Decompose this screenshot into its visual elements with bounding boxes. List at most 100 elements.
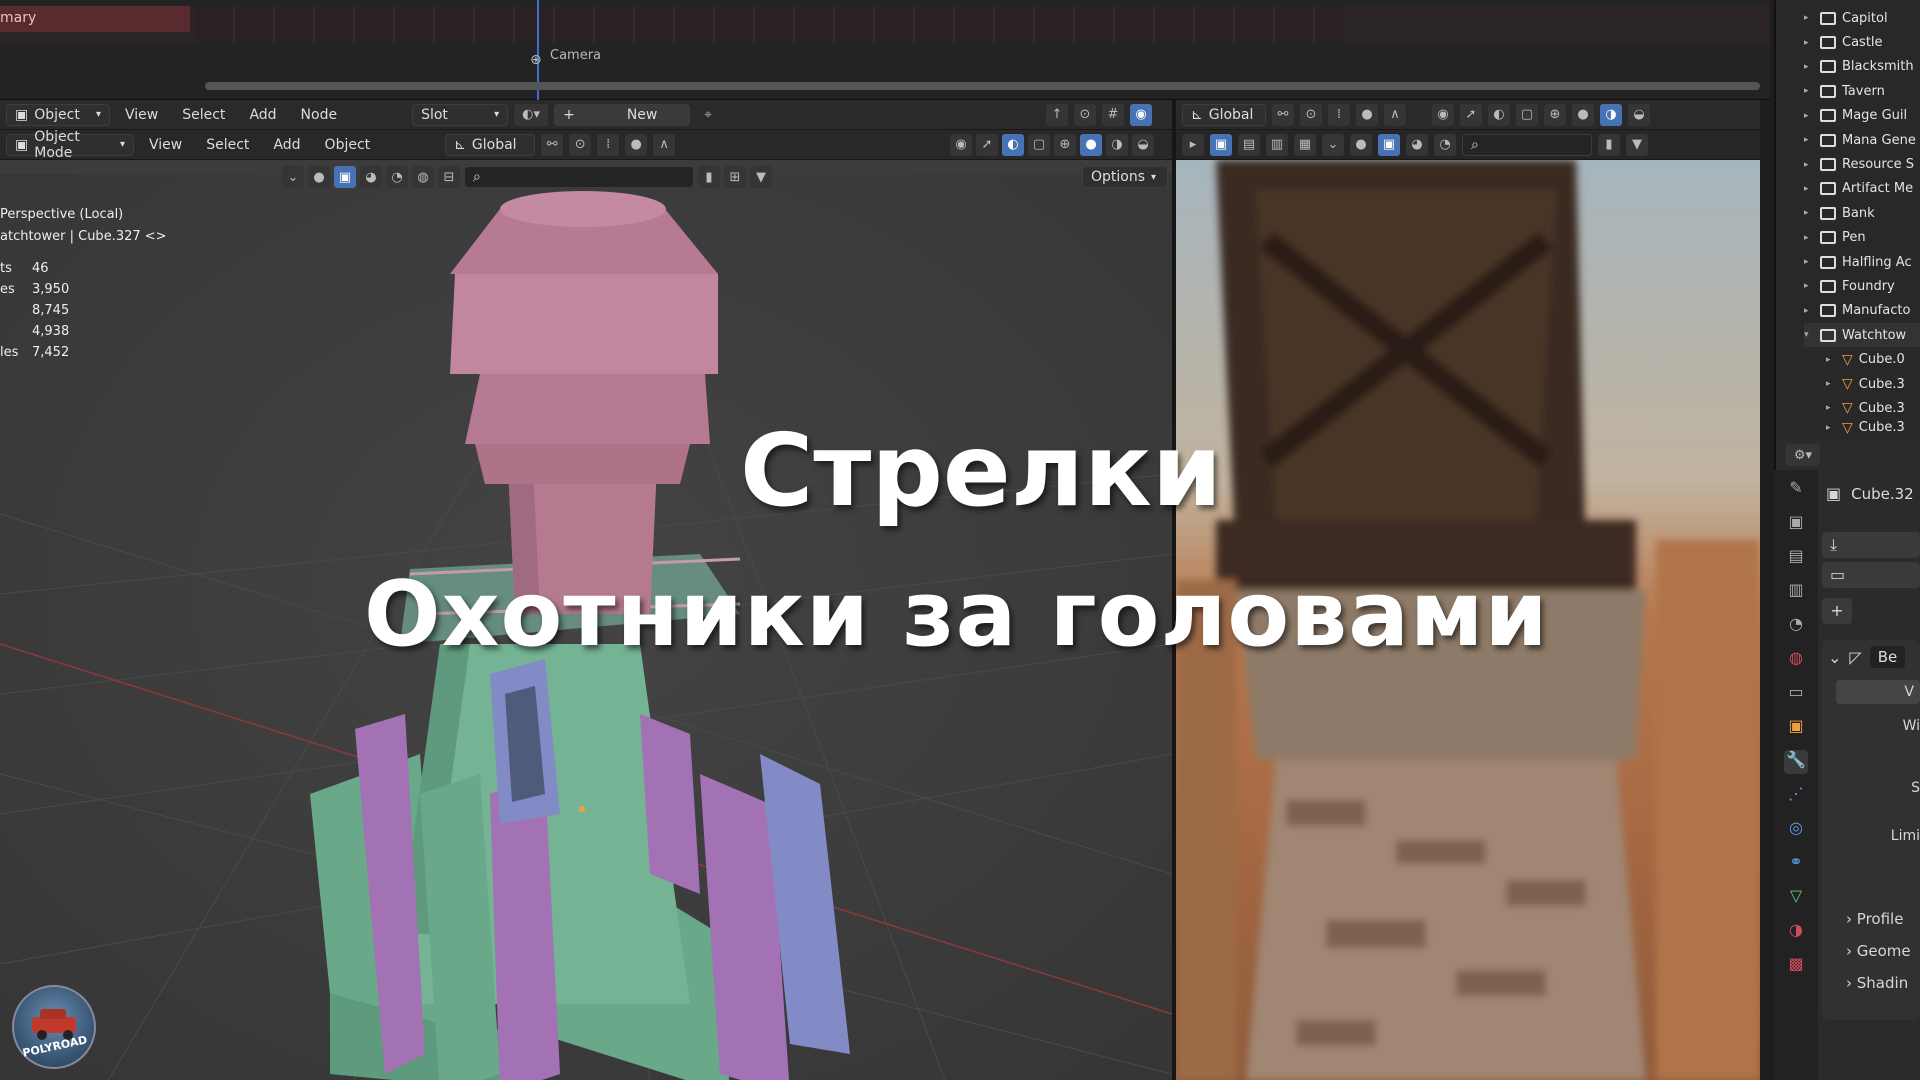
solid-shading-icon[interactable]: ● bbox=[1080, 133, 1102, 156]
gizmo-icon[interactable]: ➚ bbox=[1460, 103, 1482, 126]
expand-arrow-icon[interactable]: ▸ bbox=[1804, 184, 1814, 194]
add-modifier-button[interactable]: + bbox=[1822, 598, 1852, 624]
search-input[interactable]: ⌕ bbox=[1462, 133, 1592, 156]
select-subtract-icon[interactable]: ▥ bbox=[1266, 133, 1288, 156]
chevron-down-icon[interactable]: ⌄ bbox=[1322, 133, 1344, 156]
expand-arrow-icon[interactable]: ▸ bbox=[1826, 355, 1836, 365]
menu-add[interactable]: Add bbox=[240, 107, 285, 123]
menu-object[interactable]: Object bbox=[316, 137, 380, 153]
data-tab-icon[interactable]: ▽ bbox=[1784, 886, 1808, 910]
filter-light-icon[interactable]: ◔ bbox=[1434, 133, 1456, 156]
menu-select[interactable]: Select bbox=[173, 107, 234, 123]
editor-type-dropdown[interactable]: ▣ Object ▾ bbox=[6, 103, 110, 126]
constraints-tab-icon[interactable]: ⚭ bbox=[1784, 852, 1808, 876]
transform-orientation-dropdown[interactable]: ⊾ Global bbox=[1182, 103, 1266, 126]
overlays-icon[interactable]: ◐ bbox=[1488, 103, 1510, 126]
outliner-item[interactable]: ▸ Foundry bbox=[1804, 274, 1920, 298]
slot-dropdown[interactable]: Slot ▾ bbox=[412, 103, 509, 126]
outliner-item[interactable]: ▸ Blacksmith bbox=[1804, 55, 1920, 79]
expand-arrow-icon[interactable]: ▸ bbox=[1826, 403, 1836, 413]
menu-view[interactable]: View bbox=[140, 137, 191, 153]
expand-arrow-icon[interactable]: ▸ bbox=[1804, 306, 1814, 316]
snap-target-icon[interactable]: ⁞ bbox=[597, 133, 620, 156]
filter-mesh-icon[interactable]: ◕ bbox=[1406, 133, 1428, 156]
pivot-icon[interactable]: ⚯ bbox=[541, 133, 564, 156]
overlay-icon[interactable]: ◉ bbox=[1130, 103, 1152, 126]
rendered-shading-icon[interactable]: ◒ bbox=[1628, 103, 1650, 126]
particles-tab-icon[interactable]: ⋰ bbox=[1784, 784, 1808, 808]
snap-icon[interactable]: ⊙ bbox=[569, 133, 592, 156]
menu-view[interactable]: View bbox=[116, 107, 167, 123]
filter-object-icon[interactable]: ▣ bbox=[1378, 133, 1400, 156]
view-button[interactable]: ▭ bbox=[1822, 562, 1920, 588]
material-browse-icon[interactable]: ◐▾ bbox=[514, 103, 549, 126]
timeline-editor[interactable]: mary ⊕ Camera bbox=[0, 0, 1770, 100]
outliner-item[interactable]: ▸ Artifact Me bbox=[1804, 177, 1920, 201]
outliner-item[interactable]: ▸ Castle bbox=[1804, 30, 1920, 54]
visibility-icon[interactable]: ◉ bbox=[1432, 103, 1454, 126]
world-tab-icon[interactable]: ◍ bbox=[1784, 648, 1808, 672]
view-layer-tab-icon[interactable]: ▥ bbox=[1784, 580, 1808, 604]
color-icon[interactable]: ● bbox=[308, 166, 330, 188]
wireframe-shading-icon[interactable]: ⊕ bbox=[1544, 103, 1566, 126]
outliner-item[interactable]: ▸ ▽ Cube.3 bbox=[1804, 396, 1920, 420]
solid-shading-icon[interactable]: ● bbox=[1572, 103, 1594, 126]
modifier-name[interactable]: Be bbox=[1869, 646, 1906, 668]
output-tab-icon[interactable]: ▤ bbox=[1784, 546, 1808, 570]
transform-orientation-dropdown[interactable]: ⊾ Global bbox=[445, 133, 536, 156]
chevron-down-icon[interactable]: ⌄ bbox=[282, 166, 304, 188]
expand-arrow-icon[interactable]: ▸ bbox=[1804, 160, 1814, 170]
object-tab-icon[interactable]: ▣ bbox=[1784, 716, 1808, 740]
select-box-icon[interactable]: ▣ bbox=[1210, 133, 1232, 156]
collection-tab-icon[interactable]: ▭ bbox=[1784, 682, 1808, 706]
select-extend-icon[interactable]: ▤ bbox=[1238, 133, 1260, 156]
snap-target-icon[interactable]: ⁞ bbox=[1328, 103, 1350, 126]
expand-arrow-icon[interactable]: ▸ bbox=[1804, 135, 1814, 145]
gizmo-icon[interactable]: ➚ bbox=[976, 133, 998, 156]
shading-panel[interactable]: › Shadin bbox=[1822, 974, 1920, 992]
falloff-icon[interactable]: ∧ bbox=[653, 133, 676, 156]
xray-icon[interactable]: ▢ bbox=[1028, 133, 1050, 156]
select-intersect-icon[interactable]: ▦ bbox=[1294, 133, 1316, 156]
search-input[interactable]: ⌕ bbox=[464, 166, 694, 188]
menu-select[interactable]: Select bbox=[197, 137, 258, 153]
wireframe-shading-icon[interactable]: ⊕ bbox=[1054, 133, 1076, 156]
outliner-item[interactable]: ▸ Manufacto bbox=[1804, 299, 1920, 323]
bookmark-icon[interactable]: ▮ bbox=[698, 166, 720, 188]
area-divider[interactable] bbox=[1760, 100, 1774, 1080]
filter-object-icon[interactable]: ▣ bbox=[334, 166, 356, 188]
vertices-toggle[interactable]: V bbox=[1836, 680, 1920, 704]
outliner-item[interactable]: ▸ Capitol bbox=[1804, 6, 1920, 30]
expand-arrow-icon[interactable]: ▸ bbox=[1804, 38, 1814, 48]
material-tab-icon[interactable]: ◑ bbox=[1784, 920, 1808, 944]
grid-snap-icon[interactable]: # bbox=[1102, 103, 1124, 126]
filter-material-icon[interactable]: ⊟ bbox=[438, 166, 460, 188]
outliner-item[interactable]: ▸ ▽ Cube.3 bbox=[1804, 372, 1920, 396]
outliner-item[interactable]: ▸ Mage Guil bbox=[1804, 104, 1920, 128]
bookmark-icon[interactable]: ▮ bbox=[1598, 133, 1620, 156]
scene-tab-icon[interactable]: ◔ bbox=[1784, 614, 1808, 638]
rendered-shading-icon[interactable]: ◒ bbox=[1132, 133, 1154, 156]
physics-tab-icon[interactable]: ◎ bbox=[1784, 818, 1808, 842]
snap-icon[interactable]: ⊙ bbox=[1074, 103, 1096, 126]
menu-node[interactable]: Node bbox=[292, 107, 347, 123]
profile-panel[interactable]: › Profile bbox=[1822, 910, 1920, 928]
outliner-item[interactable]: ▸ Mana Gene bbox=[1804, 128, 1920, 152]
color-icon[interactable]: ● bbox=[1350, 133, 1372, 156]
outliner-item[interactable]: ▸ Resource S bbox=[1804, 152, 1920, 176]
outliner-item[interactable]: ▸ Tavern bbox=[1804, 79, 1920, 103]
timeline-frames[interactable] bbox=[195, 6, 1345, 44]
expand-arrow-icon[interactable]: ▸ bbox=[1804, 62, 1814, 72]
outliner-item[interactable]: ▸ ▽ Cube.0 bbox=[1804, 347, 1920, 371]
material-shading-icon[interactable]: ◑ bbox=[1600, 103, 1622, 126]
apply-button[interactable]: ⤓ bbox=[1822, 532, 1920, 558]
select-tool-icon[interactable]: ▸ bbox=[1182, 133, 1204, 156]
pivot-icon[interactable]: ⚯ bbox=[1272, 103, 1294, 126]
proportional-edit-icon[interactable]: ● bbox=[1356, 103, 1378, 126]
falloff-icon[interactable]: ∧ bbox=[1384, 103, 1406, 126]
expand-arrow-icon[interactable]: ▸ bbox=[1804, 208, 1814, 218]
outliner-item[interactable]: ▸ Halfling Ac bbox=[1804, 250, 1920, 274]
outliner-item[interactable]: ▸ Pen bbox=[1804, 226, 1920, 250]
outliner-item[interactable]: ▸ ▽ Cube.3 bbox=[1804, 421, 1920, 435]
texture-tab-icon[interactable]: ▩ bbox=[1784, 954, 1808, 978]
